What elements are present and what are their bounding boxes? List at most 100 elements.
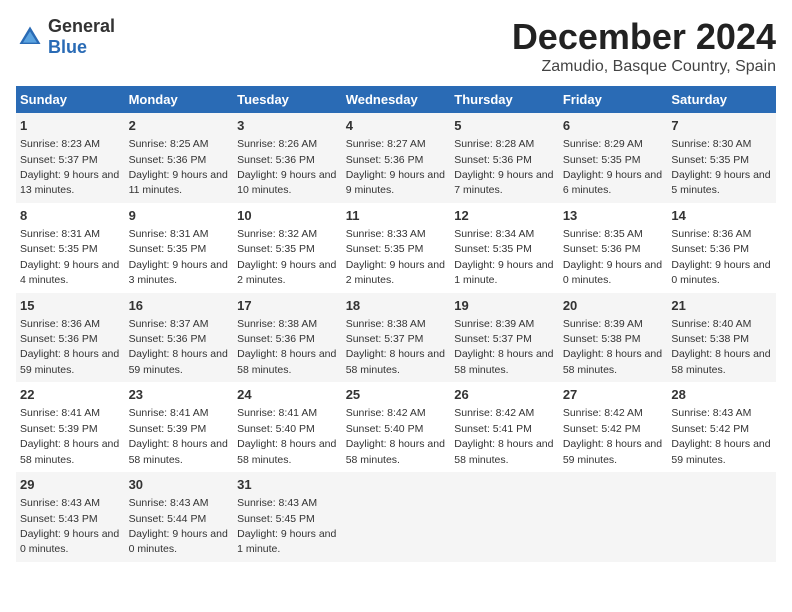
day-cell: 10Sunrise: 8:32 AMSunset: 5:35 PMDayligh… [233,203,342,293]
sunset-text: Sunset: 5:42 PM [563,423,641,435]
sunset-text: Sunset: 5:36 PM [129,154,207,166]
logo-icon [16,23,44,51]
daylight-text: Daylight: 8 hours and 59 minutes. [563,438,662,465]
daylight-text: Daylight: 8 hours and 59 minutes. [129,348,228,375]
day-cell [559,472,668,562]
subtitle: Zamudio, Basque Country, Spain [512,58,776,76]
day-cell: 16 Sunrise: 8:37 AM Sunset: 5:36 PM Dayligh… [125,293,234,383]
daylight-text: Daylight: 9 hours and 7 minutes. [454,169,553,196]
sunset-text: Sunset: 5:44 PM [129,513,207,525]
sunrise-text: Sunrise: 8:35 AM [563,228,643,240]
daylight-text: Daylight: 9 hours and 0 minutes. [671,259,770,286]
daylight-text: Daylight: 9 hours and 10 minutes. [237,169,336,196]
sunset-text: Sunset: 5:40 PM [237,423,315,435]
day-number: 4 [346,117,447,135]
sunrise-text: Sunrise: 8:36 AM [20,318,100,330]
day-number: 31 [237,476,338,494]
sunrise-text: Sunrise: 8:33 AM [346,228,426,240]
daylight-text: Daylight: 8 hours and 58 minutes. [454,348,553,375]
sunset-text: Sunset: 5:37 PM [20,154,98,166]
daylight-text: Daylight: 8 hours and 58 minutes. [671,348,770,375]
daylight-text: Daylight: 9 hours and 0 minutes. [563,259,662,286]
sunrise-text: Sunrise: 8:36 AM [671,228,751,240]
sunrise-text: Sunrise: 8:42 AM [454,407,534,419]
sunrise-text: Sunrise: 8:43 AM [129,497,209,509]
day-cell: 27Sunrise: 8:42 AMSunset: 5:42 PMDayligh… [559,382,668,472]
daylight-text: Daylight: 9 hours and 6 minutes. [563,169,662,196]
sunrise-text: Sunrise: 8:40 AM [671,318,751,330]
sunrise-text: Sunrise: 8:32 AM [237,228,317,240]
week-row-3: 15Sunrise: 8:36 AMSunset: 5:36 PMDayligh… [16,293,776,383]
day-cell: 1Sunrise: 8:23 AMSunset: 5:37 PMDaylight… [16,113,125,203]
sunset-text: Sunset: 5:36 PM [129,333,207,345]
sunset-text: Sunset: 5:35 PM [20,243,98,255]
day-number: 18 [346,297,447,315]
daylight-text: Daylight: 9 hours and 2 minutes. [346,259,445,286]
day-number: 21 [671,297,772,315]
day-cell: 26Sunrise: 8:42 AMSunset: 5:41 PMDayligh… [450,382,559,472]
sunrise-text: Sunrise: 8:37 AM [129,318,209,330]
day-cell: 25Sunrise: 8:42 AMSunset: 5:40 PMDayligh… [342,382,451,472]
sunrise-text: Sunrise: 8:41 AM [237,407,317,419]
daylight-text: Daylight: 9 hours and 0 minutes. [129,528,228,555]
daylight-text: Daylight: 9 hours and 9 minutes. [346,169,445,196]
sunrise-text: Sunrise: 8:30 AM [671,138,751,150]
sunrise-text: Sunrise: 8:39 AM [454,318,534,330]
col-header-thursday: Thursday [450,86,559,113]
sunrise-text: Sunrise: 8:39 AM [563,318,643,330]
sunset-text: Sunset: 5:37 PM [346,333,424,345]
sunrise-text: Sunrise: 8:41 AM [20,407,100,419]
sunset-text: Sunset: 5:35 PM [129,243,207,255]
sunrise-text: Sunrise: 8:43 AM [237,497,317,509]
day-cell: 24Sunrise: 8:41 AMSunset: 5:40 PMDayligh… [233,382,342,472]
day-number: 8 [20,207,121,225]
sunrise-text: Sunrise: 8:29 AM [563,138,643,150]
day-number: 16 [129,297,230,315]
day-number: 20 [563,297,664,315]
daylight-text: Daylight: 9 hours and 11 minutes. [129,169,228,196]
sunset-text: Sunset: 5:39 PM [129,423,207,435]
sunrise-text: Sunrise: 8:27 AM [346,138,426,150]
daylight-text: Daylight: 8 hours and 58 minutes. [563,348,662,375]
col-header-sunday: Sunday [16,86,125,113]
day-cell: 15Sunrise: 8:36 AMSunset: 5:36 PMDayligh… [16,293,125,383]
day-cell: 23Sunrise: 8:41 AMSunset: 5:39 PMDayligh… [125,382,234,472]
day-number: 27 [563,386,664,404]
sunset-text: Sunset: 5:36 PM [671,243,749,255]
day-number: 10 [237,207,338,225]
day-cell [667,472,776,562]
sunset-text: Sunset: 5:36 PM [237,154,315,166]
sunset-text: Sunset: 5:36 PM [237,333,315,345]
day-cell: 30 Sunrise: 8:43 AM Sunset: 5:44 PM Dayligh… [125,472,234,562]
sunrise-text: Sunrise: 8:38 AM [346,318,426,330]
day-cell: 19Sunrise: 8:39 AMSunset: 5:37 PMDayligh… [450,293,559,383]
sunrise-text: Sunrise: 8:41 AM [129,407,209,419]
col-header-wednesday: Wednesday [342,86,451,113]
day-number: 30 [129,476,230,494]
day-number: 5 [454,117,555,135]
week-row-1: 1Sunrise: 8:23 AMSunset: 5:37 PMDaylight… [16,113,776,203]
sunset-text: Sunset: 5:41 PM [454,423,532,435]
sunset-text: Sunset: 5:39 PM [20,423,98,435]
sunset-text: Sunset: 5:45 PM [237,513,315,525]
sunrise-text: Sunrise: 8:23 AM [20,138,100,150]
week-row-2: 8 Sunrise: 8:31 AM Sunset: 5:35 PM Daylight… [16,203,776,293]
day-number: 6 [563,117,664,135]
day-cell: 13Sunrise: 8:35 AMSunset: 5:36 PMDayligh… [559,203,668,293]
day-cell: 4 Sunrise: 8:27 AM Sunset: 5:36 PM Daylight… [342,113,451,203]
day-cell: 31Sunrise: 8:43 AMSunset: 5:45 PMDayligh… [233,472,342,562]
daylight-text: Daylight: 9 hours and 3 minutes. [129,259,228,286]
sunrise-text: Sunrise: 8:31 AM [129,228,209,240]
sunset-text: Sunset: 5:36 PM [563,243,641,255]
daylight-text: Daylight: 8 hours and 59 minutes. [20,348,119,375]
calendar-header-row: SundayMondayTuesdayWednesdayThursdayFrid… [16,86,776,113]
daylight-text: Daylight: 9 hours and 1 minute. [454,259,553,286]
sunrise-text: Sunrise: 8:34 AM [454,228,534,240]
sunset-text: Sunset: 5:40 PM [346,423,424,435]
day-number: 29 [20,476,121,494]
logo: General Blue [16,16,115,58]
daylight-text: Daylight: 8 hours and 58 minutes. [129,438,228,465]
sunset-text: Sunset: 5:36 PM [20,333,98,345]
sunset-text: Sunset: 5:42 PM [671,423,749,435]
sunset-text: Sunset: 5:36 PM [346,154,424,166]
